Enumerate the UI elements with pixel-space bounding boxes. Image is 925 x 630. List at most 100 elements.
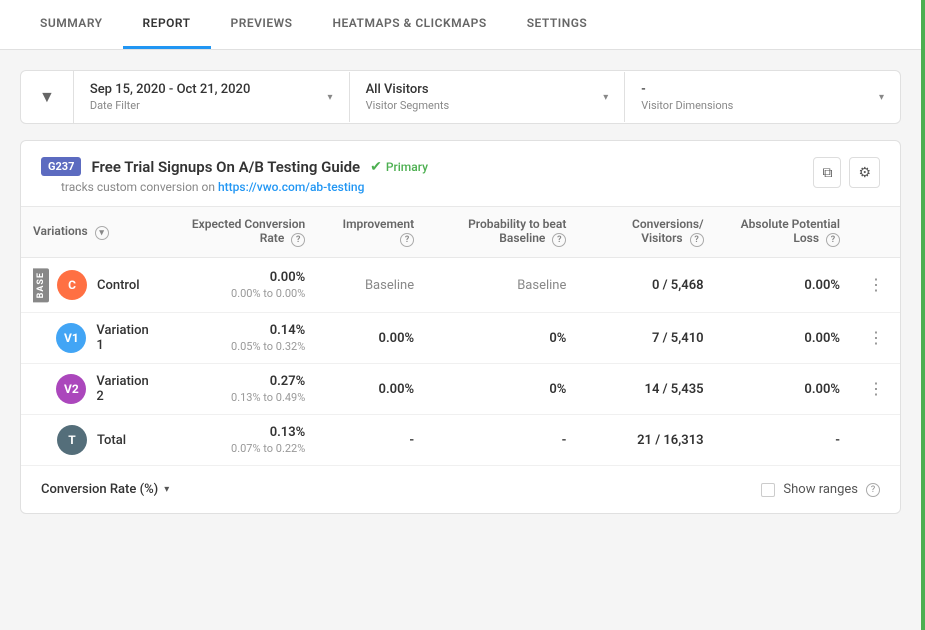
rate-cell-total: 0.13% 0.07% to 0.22% <box>168 415 317 466</box>
col-variations: Variations ▾ <box>21 207 168 258</box>
col-expected-rate: Expected Conversion Rate ? <box>168 207 317 258</box>
rate-range-v1: 0.05% to 0.32% <box>180 340 305 353</box>
var-name-v2: Variation 2 <box>96 374 156 404</box>
report-subtitle: tracks custom conversion on https://vwo.… <box>41 176 428 206</box>
filter-bar: ▼ Sep 15, 2020 - Oct 21, 2020 Date Filte… <box>20 70 901 124</box>
conversions-help-icon[interactable]: ? <box>690 233 704 247</box>
report-card: G237 Free Trial Signups On A/B Testing G… <box>20 140 901 514</box>
expected-rate-help-icon[interactable]: ? <box>291 233 305 247</box>
report-url[interactable]: https://vwo.com/ab-testing <box>218 180 364 194</box>
table-header-row: Variations ▾ Expected Conversion Rate ? … <box>21 207 900 258</box>
avatar-control: C <box>57 270 87 300</box>
show-ranges-help-icon[interactable]: ? <box>866 483 880 497</box>
more-button-v1[interactable]: ⋮ <box>864 324 888 352</box>
potential-loss-cell-total: - <box>716 415 852 466</box>
check-icon: ✔ <box>370 159 382 175</box>
table-row: V1 Variation 1 0.14% 0.05% to 0.32% 0.00… <box>21 313 900 364</box>
tab-summary[interactable]: SUMMARY <box>20 0 123 49</box>
report-header: G237 Free Trial Signups On A/B Testing G… <box>21 141 900 206</box>
more-cell-control: ⋮ <box>852 258 900 313</box>
date-filter-value: Sep 15, 2020 - Oct 21, 2020 <box>90 82 251 97</box>
table-row: T Total 0.13% 0.07% to 0.22% --21 / 16,3… <box>21 415 900 466</box>
conversions-val-total: 21 / 16,313 <box>637 433 703 448</box>
rate-main-total: 0.13% <box>180 425 305 440</box>
probability-help-icon[interactable]: ? <box>552 233 566 247</box>
page-content: ▼ Sep 15, 2020 - Oct 21, 2020 Date Filte… <box>0 50 921 630</box>
show-ranges-label: Show ranges <box>783 482 858 497</box>
variation-cell-total: T Total <box>21 415 168 466</box>
col-actions <box>852 207 900 258</box>
rate-range-total: 0.07% to 0.22% <box>180 442 305 455</box>
settings-button[interactable]: ⚙ <box>849 157 880 188</box>
improvement-help-icon[interactable]: ? <box>400 233 414 247</box>
primary-badge: ✔ Primary <box>370 159 428 175</box>
more-cell-v2: ⋮ <box>852 364 900 415</box>
date-filter-chevron: ▾ <box>328 92 333 103</box>
improvement-cell-v1: 0.00% <box>317 313 426 364</box>
tab-settings[interactable]: SETTINGS <box>507 0 608 49</box>
dimensions-filter[interactable]: - Visitor Dimensions ▾ <box>625 72 900 122</box>
copy-button[interactable]: ⧉ <box>813 157 841 188</box>
report-id-badge: G237 <box>41 157 81 176</box>
improvement-cell-total: - <box>317 415 426 466</box>
var-name-v1: Variation 1 <box>96 323 156 353</box>
visitor-filter-value: All Visitors <box>366 82 450 97</box>
base-label: BASE <box>33 268 49 302</box>
rate-main-v1: 0.14% <box>180 323 305 338</box>
probability-cell-total: - <box>426 415 578 466</box>
visitor-filter-label: Visitor Segments <box>366 99 450 112</box>
improvement-val-v2: 0.00% <box>379 382 415 397</box>
rate-range-v2: 0.13% to 0.49% <box>180 391 305 404</box>
conversion-rate-chevron: ▾ <box>164 484 169 495</box>
more-button-control[interactable]: ⋮ <box>864 271 888 299</box>
conversions-val-control: 0 / 5,468 <box>652 278 704 293</box>
conversion-rate-dropdown[interactable]: Conversion Rate (%) ▾ <box>41 482 169 497</box>
top-navigation: SUMMARY REPORT PREVIEWS HEATMAPS & CLICK… <box>0 0 921 50</box>
col-potential-loss: Absolute Potential Loss ? <box>716 207 852 258</box>
potential-loss-cell-v2: 0.00% <box>716 364 852 415</box>
improvement-val-control: Baseline <box>365 278 414 293</box>
probability-val-control: Baseline <box>517 278 566 293</box>
var-name-total: Total <box>97 433 126 448</box>
report-title-wrap: G237 Free Trial Signups On A/B Testing G… <box>41 157 428 176</box>
probability-cell-v2: 0% <box>426 364 578 415</box>
date-filter[interactable]: Sep 15, 2020 - Oct 21, 2020 Date Filter … <box>74 72 350 122</box>
more-cell-v1: ⋮ <box>852 313 900 364</box>
show-ranges-checkbox[interactable] <box>761 483 775 497</box>
visitor-filter[interactable]: All Visitors Visitor Segments ▾ <box>350 72 626 122</box>
tab-previews[interactable]: PREVIEWS <box>211 0 313 49</box>
filter-icon: ▼ <box>39 87 55 106</box>
show-ranges-wrap: Show ranges ? <box>761 482 880 497</box>
potential-loss-cell-v1: 0.00% <box>716 313 852 364</box>
table-row: BASE C Control 0.00% 0.00% to 0.00% Base… <box>21 258 900 313</box>
var-name-control: Control <box>97 278 140 293</box>
tab-heatmaps[interactable]: HEATMAPS & CLICKMAPS <box>313 0 507 49</box>
probability-cell-v1: 0% <box>426 313 578 364</box>
potential-loss-val-total: - <box>835 433 840 448</box>
conversions-cell-control: 0 / 5,468 <box>578 258 715 313</box>
probability-val-v2: 0% <box>549 382 566 397</box>
date-filter-label: Date Filter <box>90 99 251 112</box>
tab-report[interactable]: REPORT <box>123 0 211 49</box>
report-actions: ⧉ ⚙ <box>813 157 880 188</box>
probability-cell-control: Baseline <box>426 258 578 313</box>
more-cell-total <box>852 415 900 466</box>
rate-cell-v2: 0.27% 0.13% to 0.49% <box>168 364 317 415</box>
report-title: Free Trial Signups On A/B Testing Guide <box>91 158 360 176</box>
conversions-cell-v2: 14 / 5,435 <box>578 364 715 415</box>
rate-range-control: 0.00% to 0.00% <box>180 287 305 300</box>
variations-sort-icon[interactable]: ▾ <box>95 226 109 240</box>
avatar-v1: V1 <box>56 323 86 353</box>
bottom-section: Conversion Rate (%) ▾ Show ranges ? <box>21 465 900 513</box>
avatar-v2: V2 <box>56 374 86 404</box>
potential-loss-cell-control: 0.00% <box>716 258 852 313</box>
col-conversions: Conversions/ Visitors ? <box>578 207 715 258</box>
potential-loss-val-control: 0.00% <box>804 278 840 293</box>
data-table: Variations ▾ Expected Conversion Rate ? … <box>21 206 900 465</box>
rate-main-control: 0.00% <box>180 270 305 285</box>
more-button-v2[interactable]: ⋮ <box>864 375 888 403</box>
dimensions-filter-label: Visitor Dimensions <box>641 99 733 112</box>
rate-cell-v1: 0.14% 0.05% to 0.32% <box>168 313 317 364</box>
potential-loss-val-v2: 0.00% <box>804 382 840 397</box>
potential-loss-help-icon[interactable]: ? <box>826 233 840 247</box>
